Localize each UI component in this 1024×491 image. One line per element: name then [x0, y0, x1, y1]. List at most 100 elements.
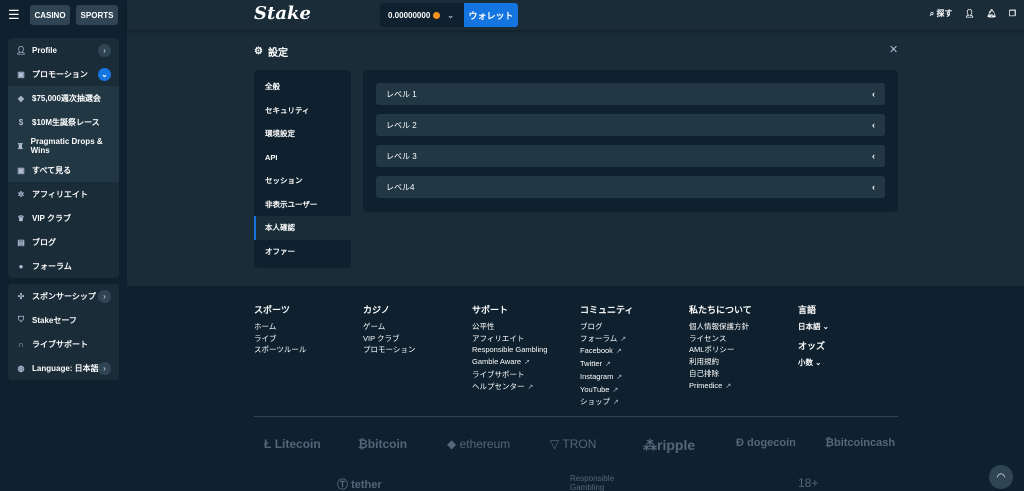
footer-link[interactable]: プロモーション — [363, 344, 415, 356]
footer-col-language: 言語 日本語 ⌄ オッズ 小数 ⌄ — [798, 303, 829, 368]
trophy-icon: ♜ — [16, 141, 24, 151]
casino-tab[interactable]: CASINO — [30, 5, 70, 25]
footer-link[interactable]: 個人情報保護方針 — [689, 321, 752, 333]
crown-icon: ♛ — [17, 213, 25, 223]
forum-icon: ● — [18, 261, 24, 271]
odds-dropdown[interactable]: 小数 ⌄ — [798, 357, 829, 369]
settings-menu-offers[interactable]: オファー — [254, 240, 351, 264]
ethereum-logo: ◆ ethereum — [447, 437, 510, 451]
footer-link[interactable]: ショップ ↗ — [580, 396, 633, 409]
affiliate-icon: ✲ — [17, 189, 25, 199]
sidebar-item-language[interactable]: ◍ Language: 日本語 › — [8, 356, 119, 380]
chevron-right-icon[interactable]: › — [98, 43, 111, 57]
responsible-gambling-logo: Responsible Gambling — [570, 474, 614, 491]
footer-link[interactable]: AMLポリシー — [689, 344, 752, 356]
settings-menu-general[interactable]: 全般 — [254, 75, 351, 99]
bell-icon[interactable]: 🔔︎ — [987, 9, 997, 18]
settings-menu-security[interactable]: セキュリティ — [254, 99, 351, 123]
brand-label: dogecoin — [747, 437, 796, 449]
user-icon[interactable]: 👤︎ — [965, 9, 975, 18]
sidebar-item-label: フォーラム — [32, 261, 72, 271]
promotions-submenu: ◈ $75,000週次抽選会 $ $10M生誕祭レース ♜ Pragmatic … — [8, 86, 119, 182]
hamburger-icon[interactable]: ☰ — [8, 7, 24, 23]
brand-label: tether — [351, 479, 382, 491]
gift-icon: ▣ — [17, 69, 25, 79]
live-support-button[interactable]: ◠ — [989, 465, 1013, 489]
settings-menu-ignored-users[interactable]: 非表示ユーザー — [254, 193, 351, 217]
brand-label: bitcoincash — [833, 437, 896, 449]
sports-tab[interactable]: SPORTS — [76, 5, 118, 25]
settings-menu-verify[interactable]: 本人確認 — [254, 216, 351, 240]
bitcoincash-logo: ₿bitcoincash — [825, 437, 895, 449]
footer-link[interactable]: Primedice ↗ — [689, 380, 752, 393]
footer-link[interactable]: ライブ — [254, 333, 306, 345]
footer-link[interactable]: ヘルプセンター ↗ — [472, 381, 547, 394]
settings-menu-sessions[interactable]: セッション — [254, 169, 351, 193]
chevron-right-icon[interactable]: › — [98, 361, 111, 375]
level-4-accordion[interactable]: レベル4 ‹ — [376, 176, 885, 198]
sidebar-item-sponsorship[interactable]: ✣ スポンサーシップ › — [8, 284, 119, 308]
chat-icon[interactable]: ❐ — [1009, 9, 1016, 18]
footer-link[interactable]: ライブサポート — [472, 369, 547, 381]
sidebar-item-promotions[interactable]: ▣ プロモーション ⌄ — [8, 62, 119, 86]
sidebar-item-view-all[interactable]: ▣ すべて見る — [8, 158, 119, 182]
footer-link[interactable]: ゲーム — [363, 321, 415, 333]
chevron-down-icon[interactable]: ⌄ — [98, 67, 111, 81]
footer-link-label: Facebook — [580, 346, 613, 356]
footer-link[interactable]: 公平性 — [472, 321, 547, 333]
globe-icon: ◍ — [17, 363, 25, 373]
footer-link[interactable]: スポーツルール — [254, 344, 306, 356]
footer-heading: 私たちについて — [689, 305, 752, 315]
footer-link[interactable]: Instagram ↗ — [580, 371, 633, 384]
footer-link[interactable]: 利用規約 — [689, 356, 752, 368]
sidebar-item-weekly-raffle[interactable]: ◈ $75,000週次抽選会 — [8, 86, 119, 110]
sidebar-item-affiliate[interactable]: ✲ アフィリエイト — [8, 182, 119, 206]
settings-menu-api[interactable]: API — [254, 146, 351, 170]
level-3-accordion[interactable]: レベル 3 ‹ — [376, 145, 885, 167]
search-button[interactable]: ⌕ 探す — [930, 8, 953, 19]
left-sidebar: ☰ CASINO SPORTS 👤︎ Profile › ▣ プロモーション ⌄… — [0, 0, 127, 491]
footer-link[interactable]: Facebook ↗ — [580, 345, 633, 358]
footer-col-support: サポート 公平性 アフィリエイト Responsible Gambling Ga… — [472, 303, 547, 393]
close-icon[interactable]: ✕ — [889, 43, 898, 56]
footer-link-label: ショップ — [580, 397, 610, 407]
footer-link[interactable]: アフィリエイト — [472, 333, 547, 345]
top-right-icons: ⌕ 探す 👤︎ 🔔︎ ❐ — [930, 8, 1016, 19]
balance-selector[interactable]: 0.00000000 ⌄ — [380, 3, 464, 27]
external-link-icon: ↗ — [613, 399, 619, 407]
headset-icon: ∩ — [18, 339, 24, 349]
ethereum-icon: ◆ — [447, 437, 457, 451]
settings-menu-preferences[interactable]: 環境設定 — [254, 122, 351, 146]
ripple-icon: ⁂ — [643, 437, 657, 453]
sidebar-item-birthday-race[interactable]: $ $10M生誕祭レース — [8, 110, 119, 134]
footer-link[interactable]: Gamble Aware ↗ — [472, 356, 547, 369]
level-1-accordion[interactable]: レベル 1 ‹ — [376, 83, 885, 105]
odds-value: 小数 — [798, 357, 813, 367]
footer-link[interactable]: 自己排除 — [689, 368, 752, 380]
stake-logo[interactable]: Stake — [254, 3, 311, 24]
sidebar-item-live-support[interactable]: ∩ ライブサポート — [8, 332, 119, 356]
sidebar-item-profile[interactable]: 👤︎ Profile › — [8, 38, 119, 62]
wallet-button[interactable]: ウォレット — [464, 3, 518, 27]
brand-label: ripple — [657, 437, 696, 453]
footer-link[interactable]: Twitter ↗ — [580, 358, 633, 371]
footer-link[interactable]: YouTube ↗ — [580, 384, 633, 397]
footer-link[interactable]: ブログ — [580, 321, 633, 333]
footer-link[interactable]: Responsible Gambling — [472, 344, 547, 356]
sidebar-item-pragmatic-drops[interactable]: ♜ Pragmatic Drops & Wins — [8, 134, 119, 158]
footer-link[interactable]: フォーラム ↗ — [580, 333, 633, 346]
level-2-accordion[interactable]: レベル 2 ‹ — [376, 114, 885, 136]
sidebar-item-vip-club[interactable]: ♛ VIP クラブ — [8, 206, 119, 230]
chevron-right-icon[interactable]: › — [98, 289, 111, 303]
sidebar-item-stake-safe[interactable]: ⛉ Stakeセーフ — [8, 308, 119, 332]
footer-link[interactable]: VIP クラブ — [363, 333, 415, 345]
sidebar-group-main: 👤︎ Profile › ▣ プロモーション ⌄ ◈ $75,000週次抽選会 … — [8, 38, 119, 278]
sidebar-item-forum[interactable]: ● フォーラム — [8, 254, 119, 278]
footer-link[interactable]: ホーム — [254, 321, 306, 333]
settings-title-text: 設定 — [267, 48, 288, 59]
search-icon: ⌕ — [929, 9, 935, 18]
sidebar-item-blog[interactable]: ▤ ブログ — [8, 230, 119, 254]
language-dropdown[interactable]: 日本語 ⌄ — [798, 321, 829, 333]
footer-col-sports: スポーツ ホーム ライブ スポーツルール — [254, 303, 306, 356]
footer-link[interactable]: ライセンス — [689, 333, 752, 345]
